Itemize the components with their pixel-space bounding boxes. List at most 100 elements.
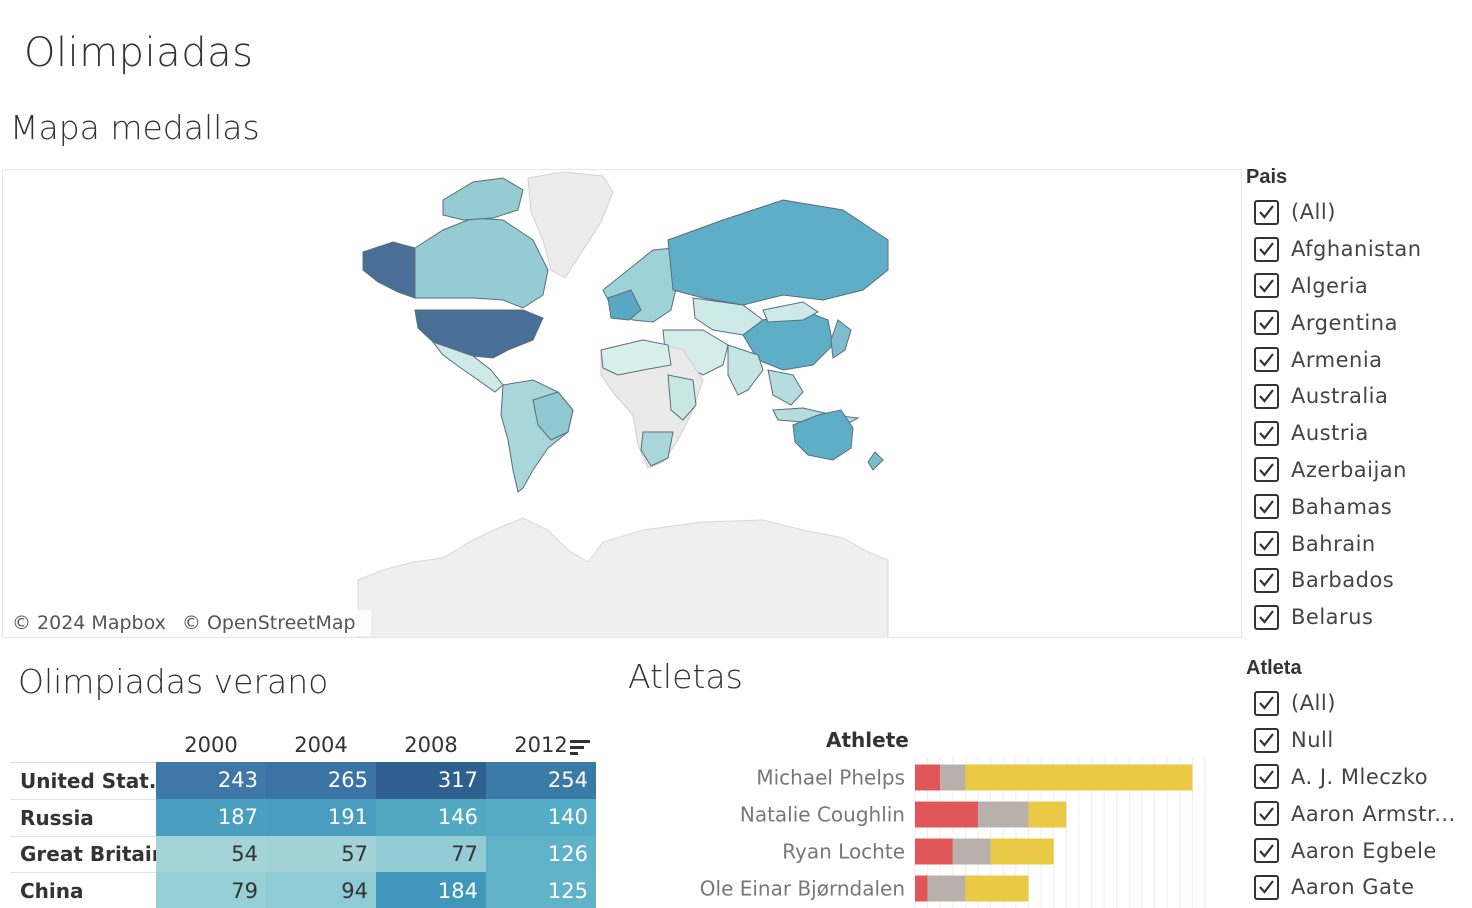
checkbox-checked-icon[interactable] — [1254, 531, 1279, 557]
pais-filter-label[interactable]: Belarus — [1291, 605, 1373, 629]
pais-filter-label[interactable]: Barbados — [1291, 568, 1394, 592]
checkbox-checked-icon[interactable] — [1254, 727, 1279, 753]
sort-icon[interactable] — [570, 738, 590, 762]
athlete-name-label[interactable]: Ole Einar Bjørndalen — [700, 877, 905, 901]
table-cell[interactable]: 254 — [486, 762, 596, 799]
atleta-filter-item[interactable]: A. J. Mleczko — [1246, 759, 1468, 796]
table-cell[interactable]: 94 — [266, 872, 376, 908]
atleta-filter-label[interactable]: Aaron Egbele — [1291, 839, 1437, 863]
pais-filter-label[interactable]: Algeria — [1291, 274, 1368, 298]
checkbox-checked-icon[interactable] — [1254, 801, 1279, 827]
openstreetmap-attribution[interactable]: © OpenStreetMap — [182, 612, 356, 634]
bar-bronze[interactable] — [915, 801, 979, 828]
column-header-2012[interactable]: 2012 — [486, 733, 596, 757]
pais-filter-item[interactable]: Australia — [1246, 378, 1468, 415]
atleta-filter-item[interactable]: (All) — [1246, 685, 1468, 722]
table-cell[interactable]: 265 — [266, 762, 376, 799]
bar-bronze[interactable] — [915, 875, 928, 902]
map-attribution[interactable]: © 2024 Mapbox © OpenStreetMap — [7, 610, 371, 636]
pais-filter-item[interactable]: Afghanistan — [1246, 231, 1468, 268]
pais-filter-item[interactable]: Argentina — [1246, 304, 1468, 341]
pais-filter-label[interactable]: Bahrain — [1291, 532, 1376, 556]
table-cell[interactable]: 79 — [156, 872, 266, 908]
table-cell[interactable]: 57 — [266, 835, 376, 873]
pais-filter-item[interactable]: Algeria — [1246, 268, 1468, 305]
checkbox-checked-icon[interactable] — [1254, 838, 1279, 864]
checkbox-checked-icon[interactable] — [1254, 199, 1279, 225]
column-header-2004[interactable]: 2004 — [266, 733, 376, 757]
checkbox-checked-icon[interactable] — [1254, 567, 1279, 593]
checkbox-checked-icon[interactable] — [1254, 383, 1279, 409]
row-header-country[interactable]: Great Britain — [10, 835, 156, 873]
pais-filter-item[interactable]: Barbados — [1246, 562, 1468, 599]
pais-filter-label[interactable]: Afghanistan — [1291, 237, 1422, 261]
row-header-country[interactable]: China — [10, 872, 156, 908]
checkbox-checked-icon[interactable] — [1254, 457, 1279, 483]
row-header-country[interactable]: United Stat.. — [10, 762, 156, 799]
checkbox-checked-icon[interactable] — [1254, 604, 1279, 630]
athlete-name-label[interactable]: Natalie Coughlin — [740, 803, 905, 827]
athlete-name-label[interactable]: Michael Phelps — [756, 766, 905, 790]
checkbox-checked-icon[interactable] — [1254, 310, 1279, 336]
bar-silver[interactable] — [927, 875, 966, 902]
pais-filter-item[interactable]: Austria — [1246, 415, 1468, 452]
bar-silver[interactable] — [978, 801, 1029, 828]
world-map[interactable] — [3, 170, 1242, 638]
table-cell[interactable]: 146 — [376, 798, 486, 836]
pais-filter-item[interactable]: (All) — [1246, 194, 1468, 231]
pais-filter-label[interactable]: Australia — [1291, 384, 1388, 408]
pais-filter-item[interactable]: Azerbaijan — [1246, 452, 1468, 489]
atleta-filter-label[interactable]: (All) — [1291, 691, 1336, 715]
checkbox-checked-icon[interactable] — [1254, 874, 1279, 900]
checkbox-checked-icon[interactable] — [1254, 690, 1279, 716]
pais-filter-item[interactable]: Belarus — [1246, 599, 1468, 636]
pais-filter-label[interactable]: Bahamas — [1291, 495, 1392, 519]
table-cell[interactable]: 77 — [376, 835, 486, 873]
atleta-filter-label[interactable]: Aaron Armstr... — [1291, 802, 1456, 826]
bar-gold[interactable] — [990, 838, 1054, 865]
atleta-filter-item[interactable]: Aaron Armstr... — [1246, 795, 1468, 832]
athletes-chart-svg[interactable]: Michael Phelps Natalie Coughlin Ryan Locht… — [620, 757, 1210, 908]
atleta-filter-item[interactable]: Aaron Gate — [1246, 869, 1468, 906]
bar-bronze[interactable] — [915, 764, 941, 791]
bar-gold[interactable] — [1028, 801, 1067, 828]
pais-filter-label[interactable]: Armenia — [1291, 348, 1383, 372]
table-cell[interactable]: 184 — [376, 872, 486, 908]
table-cell[interactable]: 317 — [376, 762, 486, 799]
row-header-country[interactable]: Russia — [10, 798, 156, 836]
pais-filter-label[interactable]: Argentina — [1291, 311, 1398, 335]
atleta-filter-label[interactable]: A. J. Mleczko — [1291, 765, 1428, 789]
checkbox-checked-icon[interactable] — [1254, 273, 1279, 299]
bar-bronze[interactable] — [915, 838, 953, 865]
table-cell[interactable]: 126 — [486, 835, 596, 873]
checkbox-checked-icon[interactable] — [1254, 347, 1279, 373]
bar-silver[interactable] — [940, 764, 966, 791]
atleta-filter-item[interactable]: Aaron Egbele — [1246, 832, 1468, 869]
column-header-2000[interactable]: 2000 — [156, 733, 266, 757]
atleta-filter-item[interactable]: Null — [1246, 722, 1468, 759]
bar-gold[interactable] — [965, 875, 1029, 902]
pais-filter-item[interactable]: Armenia — [1246, 341, 1468, 378]
atleta-filter-label[interactable]: Aaron Gate — [1291, 875, 1415, 899]
column-header-2008[interactable]: 2008 — [376, 733, 486, 757]
bar-silver[interactable] — [952, 838, 991, 865]
pais-filter-item[interactable]: Bahamas — [1246, 488, 1468, 525]
bar-gold[interactable] — [965, 764, 1193, 791]
pais-filter-label[interactable]: Austria — [1291, 421, 1369, 445]
athletes-bar-chart[interactable]: Michael Phelps Natalie Coughlin Ryan Locht… — [620, 757, 1210, 908]
mapbox-attribution[interactable]: © 2024 Mapbox — [12, 612, 166, 634]
table-cell[interactable]: 243 — [156, 762, 266, 799]
medal-map[interactable]: © 2024 Mapbox © OpenStreetMap — [2, 169, 1242, 638]
pais-filter-label[interactable]: Azerbaijan — [1291, 458, 1407, 482]
checkbox-checked-icon[interactable] — [1254, 494, 1279, 520]
athlete-name-label[interactable]: Ryan Lochte — [782, 840, 905, 864]
table-cell[interactable]: 125 — [486, 872, 596, 908]
atleta-filter-label[interactable]: Null — [1291, 728, 1334, 752]
table-cell[interactable]: 140 — [486, 798, 596, 836]
table-cell[interactable]: 187 — [156, 798, 266, 836]
checkbox-checked-icon[interactable] — [1254, 764, 1279, 790]
checkbox-checked-icon[interactable] — [1254, 236, 1279, 262]
pais-filter-label[interactable]: (All) — [1291, 200, 1336, 224]
pais-filter-item[interactable]: Bahrain — [1246, 525, 1468, 562]
checkbox-checked-icon[interactable] — [1254, 420, 1279, 446]
